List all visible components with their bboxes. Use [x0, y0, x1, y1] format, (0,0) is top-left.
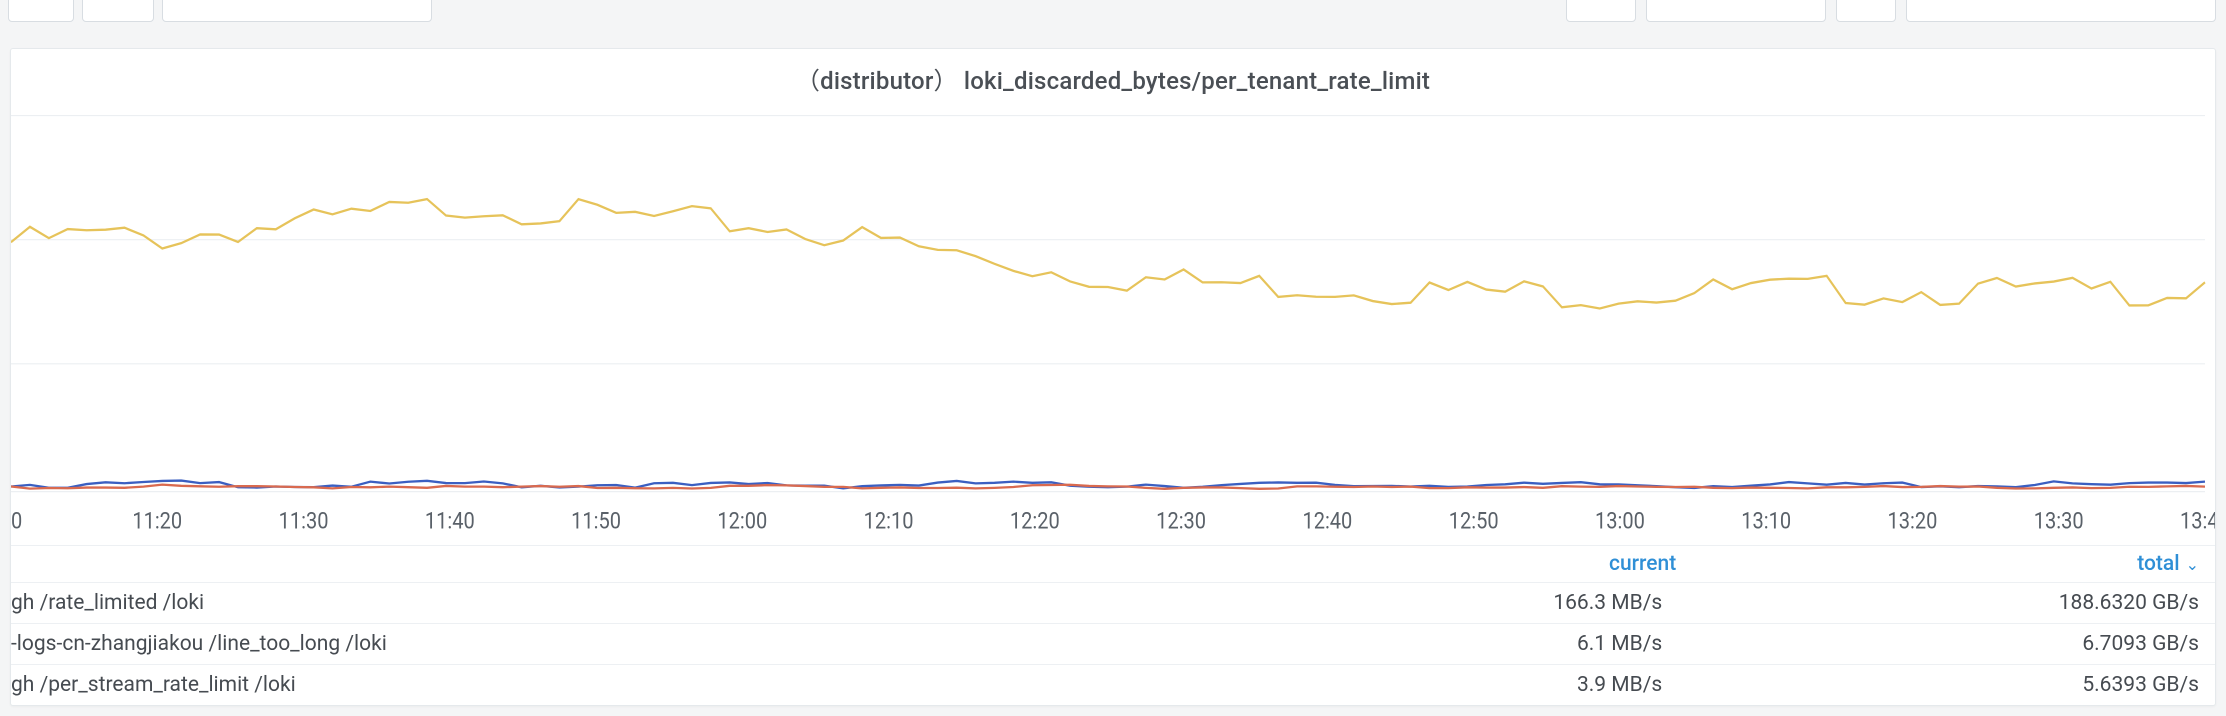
legend-row[interactable]: gh /rate_limited /loki166.3 MB/s188.6320… — [11, 583, 2215, 624]
toolbar-box[interactable] — [162, 0, 432, 22]
legend-series-name: gh /rate_limited /loki — [11, 583, 1224, 624]
legend-series-name: -logs-cn-zhangjiakou /line_too_long /lok… — [11, 624, 1224, 665]
chart-area[interactable]: 10 11:20 11:30 11:40 11:50 12:00 12:10 12:20 12:… — [11, 104, 2215, 545]
legend-current: 6.1 MB/s — [1224, 624, 1692, 665]
legend-total: 188.6320 GB/s — [1692, 583, 2215, 624]
legend-series-name: gh /per_stream_rate_limit /loki — [11, 665, 1224, 706]
toolbar-box[interactable] — [8, 0, 74, 22]
legend-current: 3.9 MB/s — [1224, 665, 1692, 706]
svg-text:13:20: 13:20 — [1888, 508, 1938, 535]
legend-header-row: . current total⌄ — [11, 546, 2215, 583]
line-chart: 10 11:20 11:30 11:40 11:50 12:00 12:10 12:20 12:… — [11, 104, 2215, 545]
svg-text:11:50: 11:50 — [571, 508, 621, 535]
svg-text:11:20: 11:20 — [132, 508, 182, 535]
legend-col-total[interactable]: total⌄ — [1692, 546, 2215, 583]
svg-text:11:30: 11:30 — [279, 508, 329, 535]
svg-text:13:00: 13:00 — [1595, 508, 1645, 535]
legend-total: 6.7093 GB/s — [1692, 624, 2215, 665]
svg-text:12:30: 12:30 — [1156, 508, 1206, 535]
toolbar-box[interactable] — [1566, 0, 1636, 22]
toolbar-box[interactable] — [1646, 0, 1826, 22]
svg-text:12:50: 12:50 — [1449, 508, 1499, 535]
svg-text:12:00: 12:00 — [717, 508, 767, 535]
toolbar-right — [1566, 0, 2216, 22]
legend-row[interactable]: gh /per_stream_rate_limit /loki3.9 MB/s5… — [11, 665, 2215, 706]
svg-text:11:40: 11:40 — [425, 508, 475, 535]
legend-col-current[interactable]: current — [1224, 546, 1692, 583]
chevron-down-icon: ⌄ — [2186, 555, 2199, 574]
toolbar-box[interactable] — [1836, 0, 1896, 22]
legend-current: 166.3 MB/s — [1224, 583, 1692, 624]
svg-text:13:40: 13:40 — [2180, 508, 2215, 535]
svg-text:12:40: 12:40 — [1302, 508, 1352, 535]
svg-text:10: 10 — [11, 508, 22, 535]
svg-text:12:20: 12:20 — [1010, 508, 1060, 535]
svg-text:12:10: 12:10 — [864, 508, 914, 535]
chart-panel: （distributor） loki_discarded_bytes/per_t… — [10, 48, 2216, 706]
toolbar-box[interactable] — [1906, 0, 2216, 22]
toolbar-box[interactable] — [82, 0, 154, 22]
svg-text:13:10: 13:10 — [1741, 508, 1791, 535]
legend-total: 5.6393 GB/s — [1692, 665, 2215, 706]
legend-table: . current total⌄ gh /rate_limited /loki1… — [11, 545, 2215, 705]
panel-title: （distributor） loki_discarded_bytes/per_t… — [11, 49, 2215, 104]
legend-row[interactable]: -logs-cn-zhangjiakou /line_too_long /lok… — [11, 624, 2215, 665]
svg-text:13:30: 13:30 — [2034, 508, 2084, 535]
